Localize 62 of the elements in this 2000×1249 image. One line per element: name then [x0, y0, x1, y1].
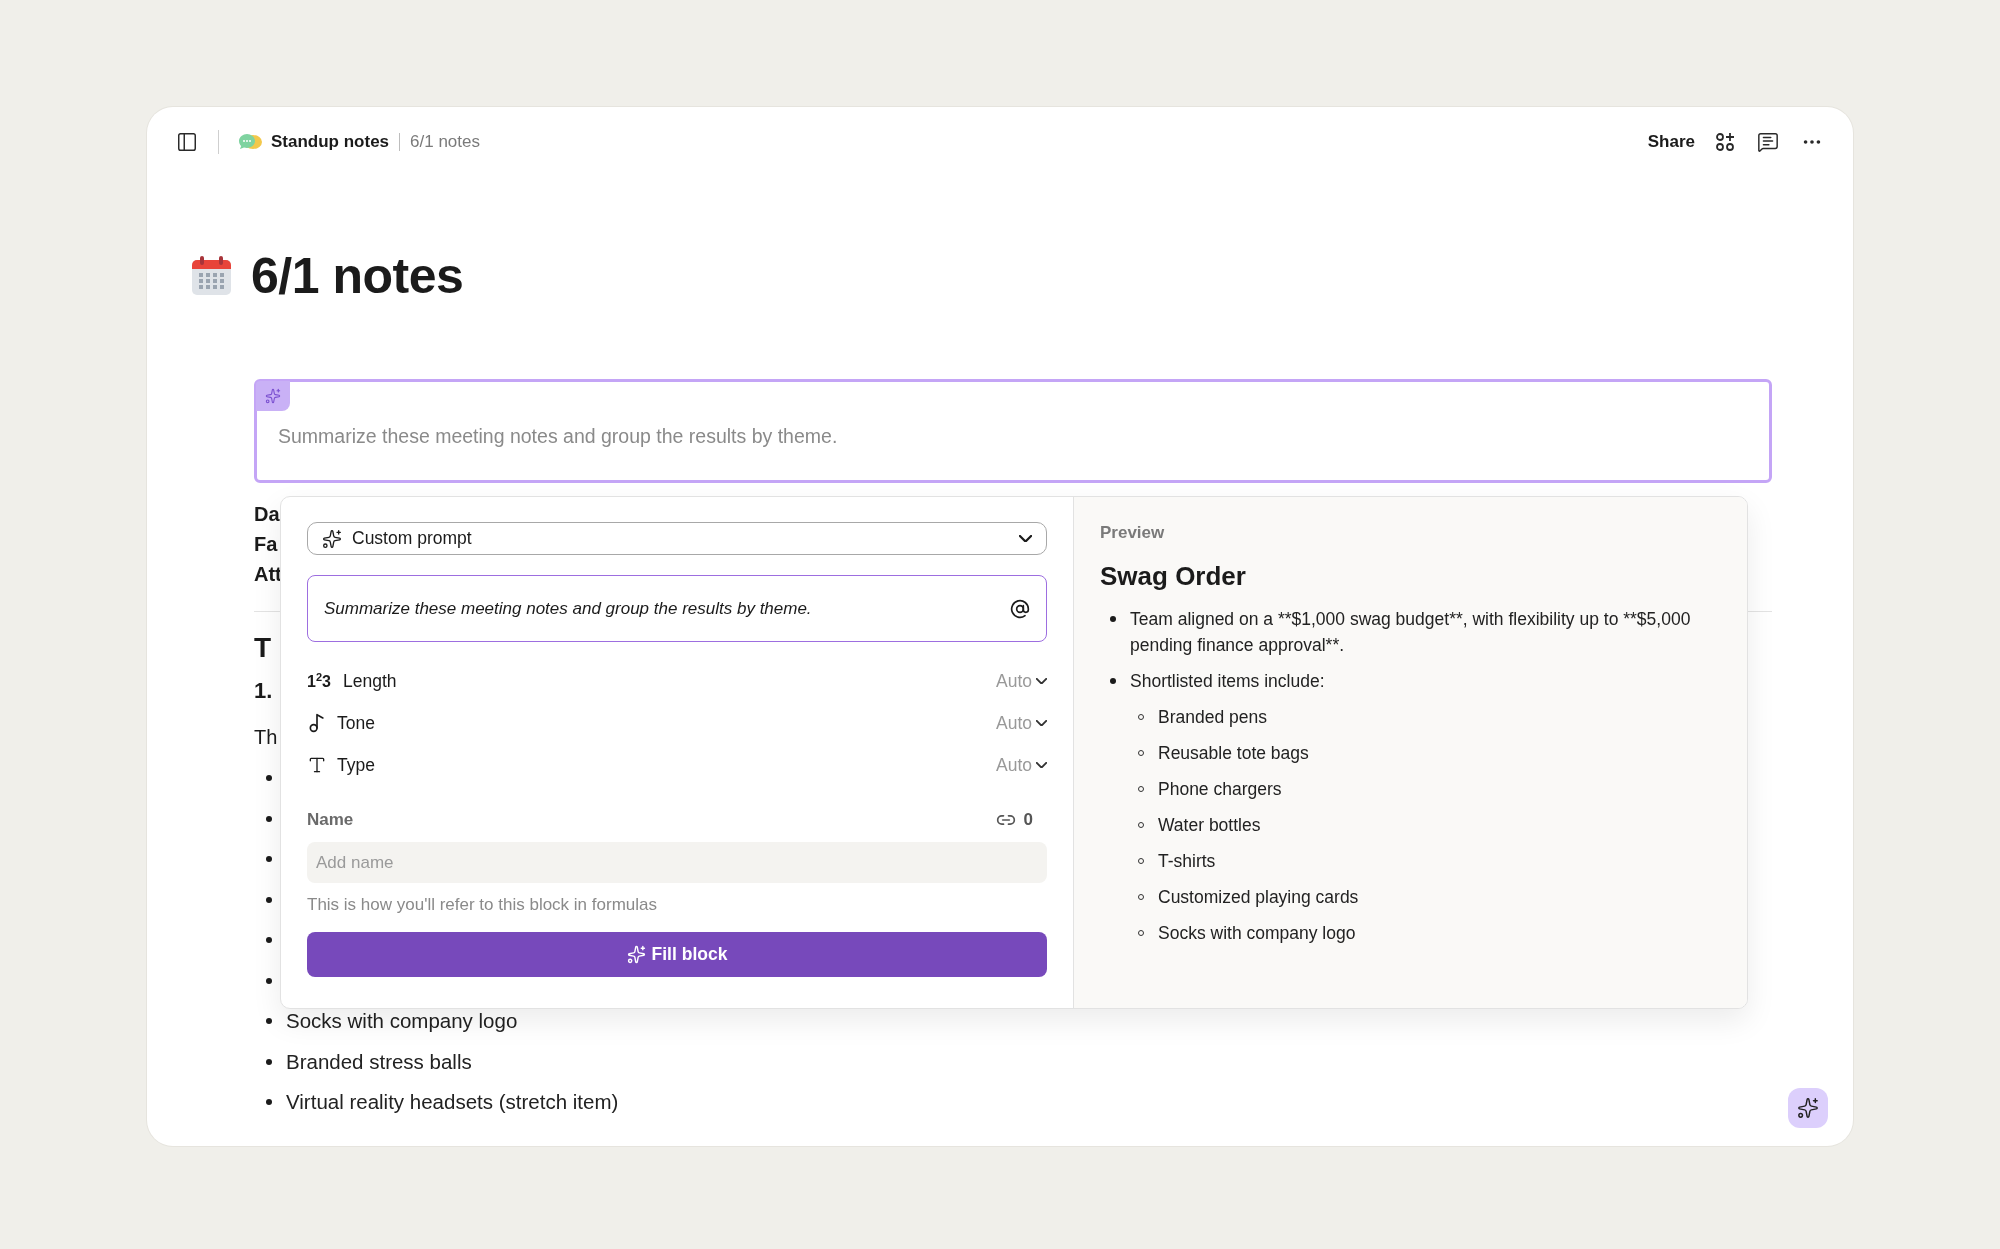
- preview-bullet-text: T-shirts: [1158, 850, 1216, 873]
- sparkle-icon: [322, 528, 342, 549]
- preview-label: Preview: [1100, 523, 1166, 543]
- reference-count: 0: [1023, 810, 1033, 830]
- ai-block[interactable]: Summarize these meeting notes and group the results by theme.: [254, 379, 1772, 483]
- bullet-icon: [266, 1099, 272, 1106]
- preview-bullet-text: Team aligned on a **$1,000 swag budget**, with flexibility up to **$5,000 pending finance approval**.: [1130, 608, 1692, 657]
- mention-icon[interactable]: [1010, 598, 1030, 619]
- bullet-icon: [1110, 678, 1116, 684]
- bullet-icon: [266, 815, 272, 822]
- ai-block-placeholder: Summarize these meeting notes and group the results by theme.: [278, 424, 838, 448]
- name-input-field[interactable]: Add name: [307, 842, 1047, 883]
- page-title: 6/1 notes: [251, 247, 464, 305]
- share-button[interactable]: Share: [1641, 128, 1701, 156]
- bullet-icon: [266, 896, 272, 903]
- preview-bullet-text: Customized playing cards: [1158, 886, 1359, 909]
- sparkle-icon: [626, 945, 646, 964]
- preview-title: Swag Order: [1100, 561, 1247, 592]
- chevron-down-icon: [1036, 677, 1047, 685]
- chevron-down-icon: [1019, 534, 1032, 543]
- subsection-heading: 1.: [254, 677, 273, 705]
- preview-bullet-text: Branded pens: [1158, 706, 1267, 729]
- name-label: Name: [307, 810, 355, 830]
- chevron-down-icon: [1036, 761, 1047, 769]
- bullet-icon: [266, 1018, 272, 1025]
- bullet-text: Virtual reality headsets (stretch item): [286, 1090, 619, 1115]
- calendar-icon: [190, 255, 233, 297]
- preview-bullet-text: Reusable tote bags: [1158, 742, 1309, 765]
- paragraph: Th: [254, 725, 278, 750]
- fill-block-button[interactable]: Fill block: [307, 932, 1047, 977]
- text-icon: [307, 755, 327, 775]
- chevron-down-icon: [1036, 719, 1047, 727]
- option-label: Length: [343, 670, 398, 692]
- bullet-icon: [266, 856, 272, 863]
- preview-bullet-text: Water bottles: [1158, 814, 1261, 837]
- chat-bubbles-icon: [237, 132, 263, 152]
- bullet-icon: [266, 775, 272, 782]
- option-label: Tone: [337, 712, 376, 734]
- prompt-mode-dropdown[interactable]: Custom prompt: [307, 522, 1047, 555]
- breadcrumb-link[interactable]: 6/1 notes: [410, 132, 480, 152]
- property-label: Att: [254, 562, 282, 587]
- sparkle-icon: [1797, 1097, 1819, 1119]
- option-label: Type: [337, 754, 376, 776]
- section-heading: T: [254, 631, 272, 665]
- property-label: Da: [254, 502, 280, 527]
- add-apps-icon[interactable]: [1713, 130, 1737, 154]
- property-label: Fa: [254, 532, 278, 557]
- preview-bullet-text: Shortlisted items include:: [1130, 670, 1325, 693]
- name-hint: This is how you'll refer to this block in formulas: [307, 895, 658, 915]
- bullet-icon: [266, 937, 272, 944]
- bullet-text: Socks with company logo: [286, 1009, 518, 1034]
- preview-bullet-text: Socks with company logo: [1158, 922, 1356, 945]
- breadcrumb-link[interactable]: Standup notes: [271, 132, 390, 152]
- bullet-icon: [266, 1058, 272, 1065]
- bullet-icon: [1110, 616, 1116, 622]
- ai-assistant-button[interactable]: [1788, 1088, 1828, 1128]
- bullet-text: Branded stress balls: [286, 1049, 472, 1074]
- numbers-icon: 1$^{2}$3: [307, 670, 333, 692]
- preview-bullet-text: Phone chargers: [1158, 778, 1282, 801]
- sparkle-icon: [265, 388, 281, 404]
- bullet-icon: [266, 977, 272, 984]
- prompt-field[interactable]: Summarize these meeting notes and group the results by theme.: [307, 575, 1047, 642]
